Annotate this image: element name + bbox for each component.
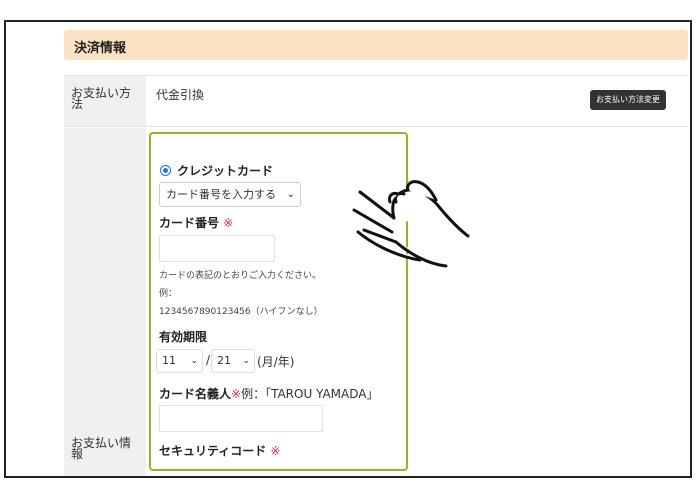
- expiry-label: 有効期限: [159, 330, 208, 344]
- card-entry-select[interactable]: カード番号を入力する ⌄: [159, 182, 301, 207]
- hand-pointer-icon: [352, 180, 470, 268]
- required-mark: ※: [223, 216, 234, 230]
- card-number-label: カード番号 ※: [159, 214, 233, 231]
- credit-card-radio[interactable]: クレジットカード: [160, 162, 273, 179]
- payment-method-value: 代金引換: [156, 88, 205, 102]
- card-number-input[interactable]: [159, 235, 275, 262]
- card-help-text: カードの表記のとおりご入力ください。: [159, 271, 322, 281]
- required-mark: ※: [270, 444, 281, 458]
- required-mark: ※: [231, 387, 242, 401]
- section-header: 決済情報: [64, 30, 688, 60]
- expiry-unit: (月/年): [257, 355, 295, 369]
- card-number-label-text: カード番号: [159, 216, 220, 230]
- chevron-down-icon: ⌄: [242, 356, 250, 366]
- radio-selected-icon[interactable]: [160, 165, 171, 176]
- expiry-year-select[interactable]: 21 ⌄: [211, 349, 255, 373]
- chevron-down-icon: ⌄: [286, 189, 295, 200]
- divider: [64, 75, 688, 76]
- payment-info-label-cell: お支払い情報: [64, 128, 146, 476]
- card-holder-label-text: カード名義人: [159, 387, 232, 401]
- credit-card-radio-label: クレジットカード: [177, 164, 274, 178]
- expiry-month-select[interactable]: 11 ⌄: [156, 349, 203, 373]
- card-help-example: 1234567890123456（ハイフンなし）: [159, 307, 323, 317]
- card-entry-select-value: カード番号を入力する: [166, 188, 276, 201]
- screenshot-frame: 決済情報 お支払い方法 代金引換 お支払い方法変更 お支払い情報 クレジットカー…: [4, 20, 692, 478]
- card-holder-example: 例：「TAROU YAMADA」: [241, 387, 379, 401]
- payment-method-label: お支払い方法: [71, 86, 132, 111]
- security-code-label: セキュリティコード ※: [159, 442, 281, 459]
- card-help-example-label: 例：: [159, 289, 178, 299]
- expiry-month-value: 11: [162, 354, 176, 367]
- payment-info-label: お支払い情報: [71, 436, 132, 461]
- divider: [64, 126, 688, 127]
- card-holder-label: カード名義人※例：「TAROU YAMADA」: [159, 385, 378, 402]
- card-holder-input[interactable]: [159, 405, 323, 432]
- change-payment-method-button[interactable]: お支払い方法変更: [590, 90, 666, 110]
- chevron-down-icon: ⌄: [190, 356, 198, 366]
- payment-method-label-cell: お支払い方法: [64, 76, 146, 126]
- expiry-separator: /: [206, 353, 211, 367]
- security-code-label-text: セキュリティコード: [159, 444, 267, 458]
- expiry-year-value: 21: [217, 354, 231, 367]
- section-title: 決済情報: [74, 41, 127, 56]
